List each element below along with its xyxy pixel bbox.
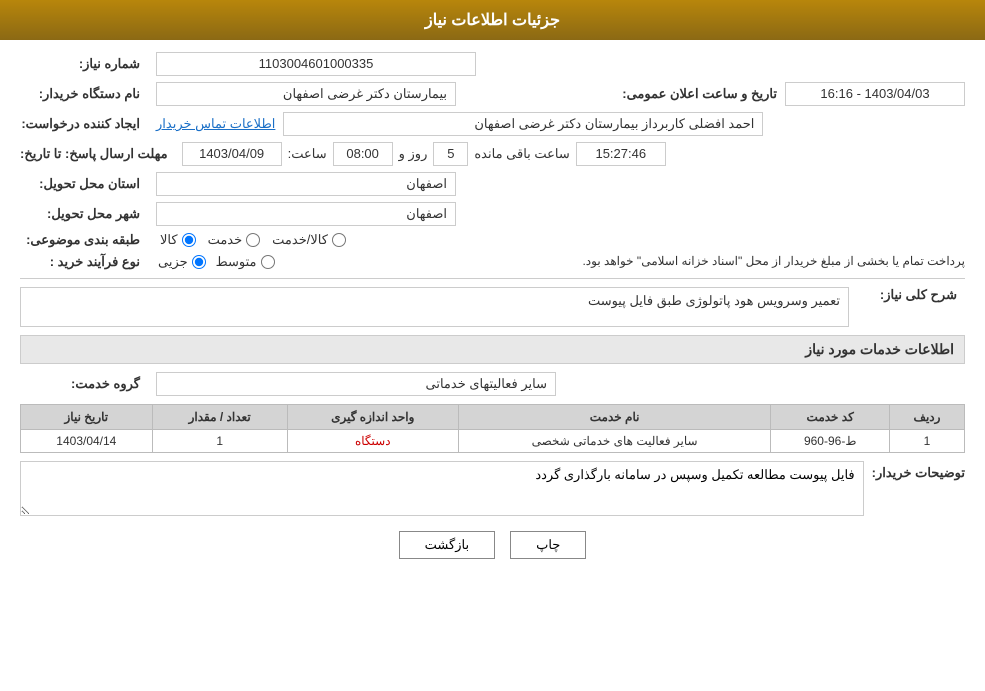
tarikh-aalan-value: 1403/04/03 - 16:16 xyxy=(785,82,965,106)
motevaset-label: متوسط xyxy=(216,254,257,270)
tabaqe-kala-khedmat-label: کالا/خدمت xyxy=(272,232,328,248)
tabaqe-kala-khedmat-radio[interactable] xyxy=(332,233,346,247)
content-area: 1103004601000335 شماره نیاز: 1403/04/03 … xyxy=(0,40,985,583)
divider-1 xyxy=(20,278,965,279)
sharh-section: شرح کلی نیاز: تعمیر وسرویس هود پاتولوژی … xyxy=(20,287,965,327)
jozi-item: جزیی xyxy=(158,254,206,270)
shomara-niaz-value: 1103004601000335 xyxy=(156,52,476,76)
nam-dastgah-group: بیمارستان دکتر غرضی اصفهان نام دستگاه خر… xyxy=(20,82,456,106)
cell-code: ط-96-960 xyxy=(771,430,890,453)
roz-label: روز و xyxy=(399,146,428,162)
col-tedad: تعداد / مقدار xyxy=(152,405,287,430)
ijad-konande-value: احمد افضلی کاربرداز بیمارستان دکتر غرضی … xyxy=(283,112,763,136)
cell-tarikh: 1403/04/14 xyxy=(21,430,153,453)
etelaat-tamas-link[interactable]: اطلاعات تماس خریدار xyxy=(156,116,275,132)
col-code: کد خدمت xyxy=(771,405,890,430)
ostan-value: اصفهان xyxy=(156,172,456,196)
tozihat-textarea[interactable] xyxy=(20,461,864,516)
mohlat-row: 15:27:46 ساعت باقی مانده 5 روز و 08:00 س… xyxy=(20,142,965,166)
sharh-label: شرح کلی نیاز: xyxy=(857,287,957,303)
ijad-konande-row: احمد افضلی کاربرداز بیمارستان دکتر غرضی … xyxy=(20,112,965,136)
col-vahed: واحد اندازه گیری xyxy=(287,405,458,430)
ostan-row: اصفهان استان محل تحویل: xyxy=(20,172,965,196)
sharh-container: تعمیر وسرویس هود پاتولوژی طبق فایل پیوست xyxy=(20,287,849,327)
sharh-value: تعمیر وسرویس هود پاتولوژی طبق فایل پیوست xyxy=(20,287,849,327)
ijad-group: احمد افضلی کاربرداز بیمارستان دکتر غرضی … xyxy=(20,112,965,136)
saat-mande-label: ساعت باقی مانده xyxy=(474,146,569,162)
shahr-row: اصفهان شهر محل تحویل: xyxy=(20,202,965,226)
tarikh-aalan-label: تاریخ و ساعت اعلان عمومی: xyxy=(622,86,777,102)
shomara-niaz-row: 1103004601000335 شماره نیاز: xyxy=(20,52,965,76)
motevaset-item: متوسط xyxy=(216,254,275,270)
grooh-khedmat-row: سایر فعالیتهای خدماتی گروه خدمت: xyxy=(20,372,965,396)
grooh-khedmat-value: سایر فعالیتهای خدماتی xyxy=(156,372,556,396)
tarikh-value: 1403/04/09 xyxy=(182,142,282,166)
jozi-radio[interactable] xyxy=(192,255,206,269)
ostan-label: استان محل تحویل: xyxy=(20,176,140,192)
tozihat-container xyxy=(20,461,864,519)
cell-radif: 1 xyxy=(890,430,965,453)
shomara-niaz-label: شماره نیاز: xyxy=(20,56,140,72)
button-row: چاپ بازگشت xyxy=(20,531,965,559)
services-table: ردیف کد خدمت نام خدمت واحد اندازه گیری ت… xyxy=(20,404,965,453)
col-tarikh: تاریخ نیاز xyxy=(21,405,153,430)
cell-name: سایر فعالیت های خدماتی شخصی xyxy=(458,430,771,453)
table-row: 1 ط-96-960 سایر فعالیت های خدماتی شخصی د… xyxy=(21,430,965,453)
shahr-value: اصفهان xyxy=(156,202,456,226)
tabaqe-kala-khedmat-item: کالا/خدمت xyxy=(272,232,346,248)
tabaqe-khedmat-radio[interactable] xyxy=(246,233,260,247)
tabaqe-khedmat-label: خدمت xyxy=(208,232,243,248)
back-button[interactable]: بازگشت xyxy=(399,531,495,559)
khadamat-title: اطلاعات خدمات مورد نیاز xyxy=(20,335,965,364)
saat-value: 08:00 xyxy=(333,142,393,166)
nam-dastgah-label: نام دستگاه خریدار: xyxy=(20,86,140,102)
cell-tedad: 1 xyxy=(152,430,287,453)
tabaqe-khedmat-item: خدمت xyxy=(208,232,261,248)
farayand-label: نوع فرآیند خرید : xyxy=(20,254,140,270)
col-radif: ردیف xyxy=(890,405,965,430)
date-dastgah-row: 1403/04/03 - 16:16 تاریخ و ساعت اعلان عم… xyxy=(20,82,965,106)
page-header: جزئیات اطلاعات نیاز xyxy=(0,0,985,40)
payment-notice: پرداخت تمام یا بخشی از مبلغ خریدار از مح… xyxy=(283,254,965,268)
jozi-label: جزیی xyxy=(158,254,188,270)
col-name: نام خدمت xyxy=(458,405,771,430)
tarikh-aalan-group: 1403/04/03 - 16:16 تاریخ و ساعت اعلان عم… xyxy=(622,82,965,106)
ijad-konande-label: ایجاد کننده درخواست: xyxy=(20,116,140,132)
motevaset-radio[interactable] xyxy=(261,255,275,269)
page-title: جزئیات اطلاعات نیاز xyxy=(425,12,560,29)
tabaqe-row: کالا/خدمت خدمت کالا طبقه بندی موضوعی: xyxy=(20,232,965,248)
cell-vahed: دستگاه xyxy=(287,430,458,453)
tabaqe-kala-label: کالا xyxy=(160,232,178,248)
tozihat-section: توضیحات خریدار: xyxy=(20,461,965,519)
print-button[interactable]: چاپ xyxy=(510,531,586,559)
shahr-label: شهر محل تحویل: xyxy=(20,206,140,222)
mohlat-label: مهلت ارسال پاسخ: تا تاریخ: xyxy=(20,146,168,162)
table-header-row: ردیف کد خدمت نام خدمت واحد اندازه گیری ت… xyxy=(21,405,965,430)
nam-dastgah-value: بیمارستان دکتر غرضی اصفهان xyxy=(156,82,456,106)
page-wrapper: جزئیات اطلاعات نیاز 1103004601000335 شما… xyxy=(0,0,985,691)
farayand-radio-group: متوسط جزیی نوع فرآیند خرید : xyxy=(20,254,275,270)
tabaqe-kala-radio[interactable] xyxy=(182,233,196,247)
farayand-row: پرداخت تمام یا بخشی از مبلغ خریدار از مح… xyxy=(20,254,965,270)
grooh-khedmat-label: گروه خدمت: xyxy=(20,376,140,392)
tozihat-label: توضیحات خریدار: xyxy=(872,461,965,481)
saat-mande-value: 15:27:46 xyxy=(576,142,666,166)
roz-value: 5 xyxy=(433,142,468,166)
tabaqe-kala-item: کالا xyxy=(160,232,196,248)
tabaqe-label: طبقه بندی موضوعی: xyxy=(20,232,140,248)
saat-label: ساعت: xyxy=(288,146,327,162)
